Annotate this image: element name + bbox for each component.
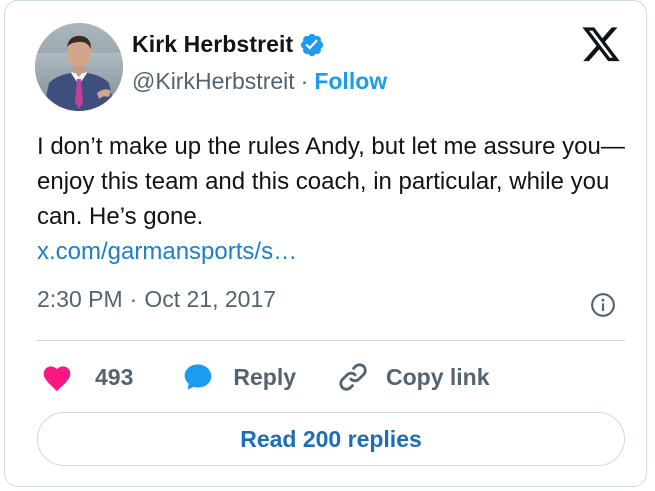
copy-link-label: Copy link <box>386 363 490 390</box>
speech-bubble-icon <box>181 361 215 393</box>
like-button[interactable]: 493 <box>41 362 133 392</box>
action-bar: 493 Reply Copy link <box>41 359 490 395</box>
copy-link-button[interactable]: Copy link <box>336 360 490 394</box>
verified-badge-icon <box>299 32 325 58</box>
avatar-image <box>35 23 123 111</box>
link-icon <box>336 360 370 394</box>
read-replies-label: Read 200 replies <box>240 425 422 452</box>
reply-label: Reply <box>233 363 297 390</box>
heart-icon <box>41 362 73 392</box>
info-icon[interactable] <box>590 292 616 318</box>
tweet-date: Oct 21, 2017 <box>144 286 277 312</box>
divider <box>37 340 625 341</box>
x-logo-icon[interactable] <box>580 27 622 65</box>
avatar[interactable] <box>35 23 123 111</box>
author-name-row: Kirk Herbstreit <box>132 31 325 58</box>
reply-button[interactable]: Reply <box>181 361 296 393</box>
follow-button[interactable]: Follow <box>314 68 387 95</box>
author-name[interactable]: Kirk Herbstreit <box>132 31 293 58</box>
timestamp-separator: · <box>129 286 138 312</box>
read-replies-button[interactable]: Read 200 replies <box>37 412 625 466</box>
separator: · <box>300 68 309 94</box>
tweet-link[interactable]: x.com/garmansports/s… <box>37 234 627 269</box>
tweet-time: 2:30 PM <box>37 286 123 312</box>
tweet-body: I don’t make up the rules Andy, but let … <box>37 129 627 269</box>
handle-row: @KirkHerbstreit · Follow <box>132 68 387 95</box>
author-handle[interactable]: @KirkHerbstreit <box>132 68 295 95</box>
like-count: 493 <box>95 363 134 390</box>
tweet-card: Kirk Herbstreit @KirkHerbstreit · Follow… <box>4 0 647 487</box>
timestamp[interactable]: 2:30 PM · Oct 21, 2017 <box>37 286 276 313</box>
tweet-text: I don’t make up the rules Andy, but let … <box>37 133 625 230</box>
